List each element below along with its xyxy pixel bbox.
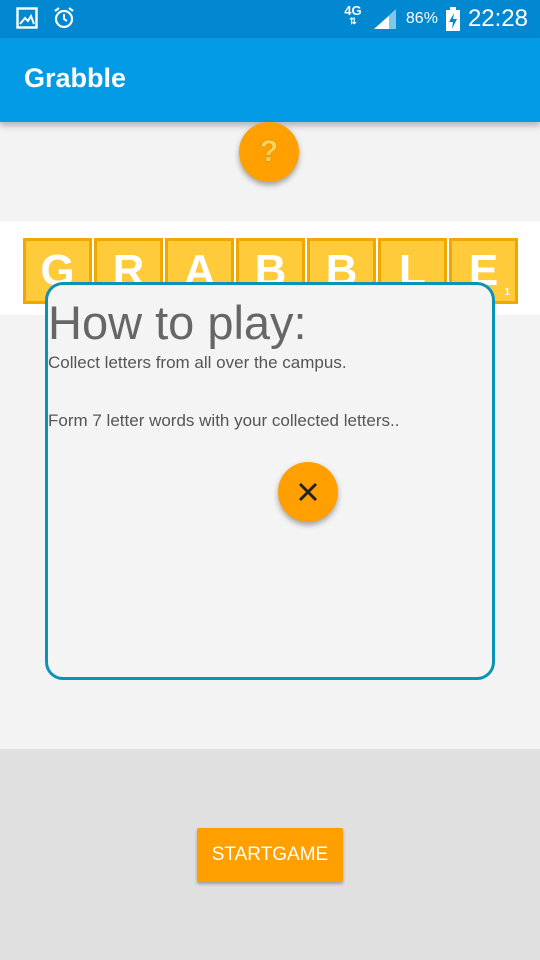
bottom-panel: STARTGAME [0, 749, 540, 960]
instruction-line-2: Form 7 letter words with your collected … [48, 411, 400, 430]
network-indicator: 4G ⇅ [342, 4, 364, 26]
help-button[interactable]: ? [239, 122, 299, 182]
question-mark-icon: ? [259, 135, 279, 168]
battery-charging-icon [445, 7, 460, 31]
gallery-icon [16, 7, 38, 29]
signal-icon [373, 9, 396, 29]
alarm-icon [54, 7, 74, 29]
app-bar: Grabble [0, 38, 540, 122]
close-icon [298, 482, 318, 502]
instruction-line-1: Collect letters from all over the campus… [48, 353, 347, 372]
data-arrows-icon: ⇅ [349, 15, 357, 26]
battery-percent: 86% [405, 10, 438, 27]
how-to-play-dialog: How to play: Collect letters from all ov… [45, 282, 495, 680]
status-clock: 22:28 [467, 5, 528, 32]
dialog-title: How to play: [48, 296, 307, 349]
tile-score: 1 [504, 287, 510, 298]
status-bar: 4G ⇅ 86% 22:28 [0, 0, 540, 38]
close-dialog-button[interactable] [278, 462, 338, 522]
status-right: 4G ⇅ 86% 22:28 [342, 0, 528, 38]
start-game-button[interactable]: STARTGAME [197, 828, 343, 882]
status-left-icons [16, 6, 76, 30]
app-title: Grabble [24, 63, 127, 93]
